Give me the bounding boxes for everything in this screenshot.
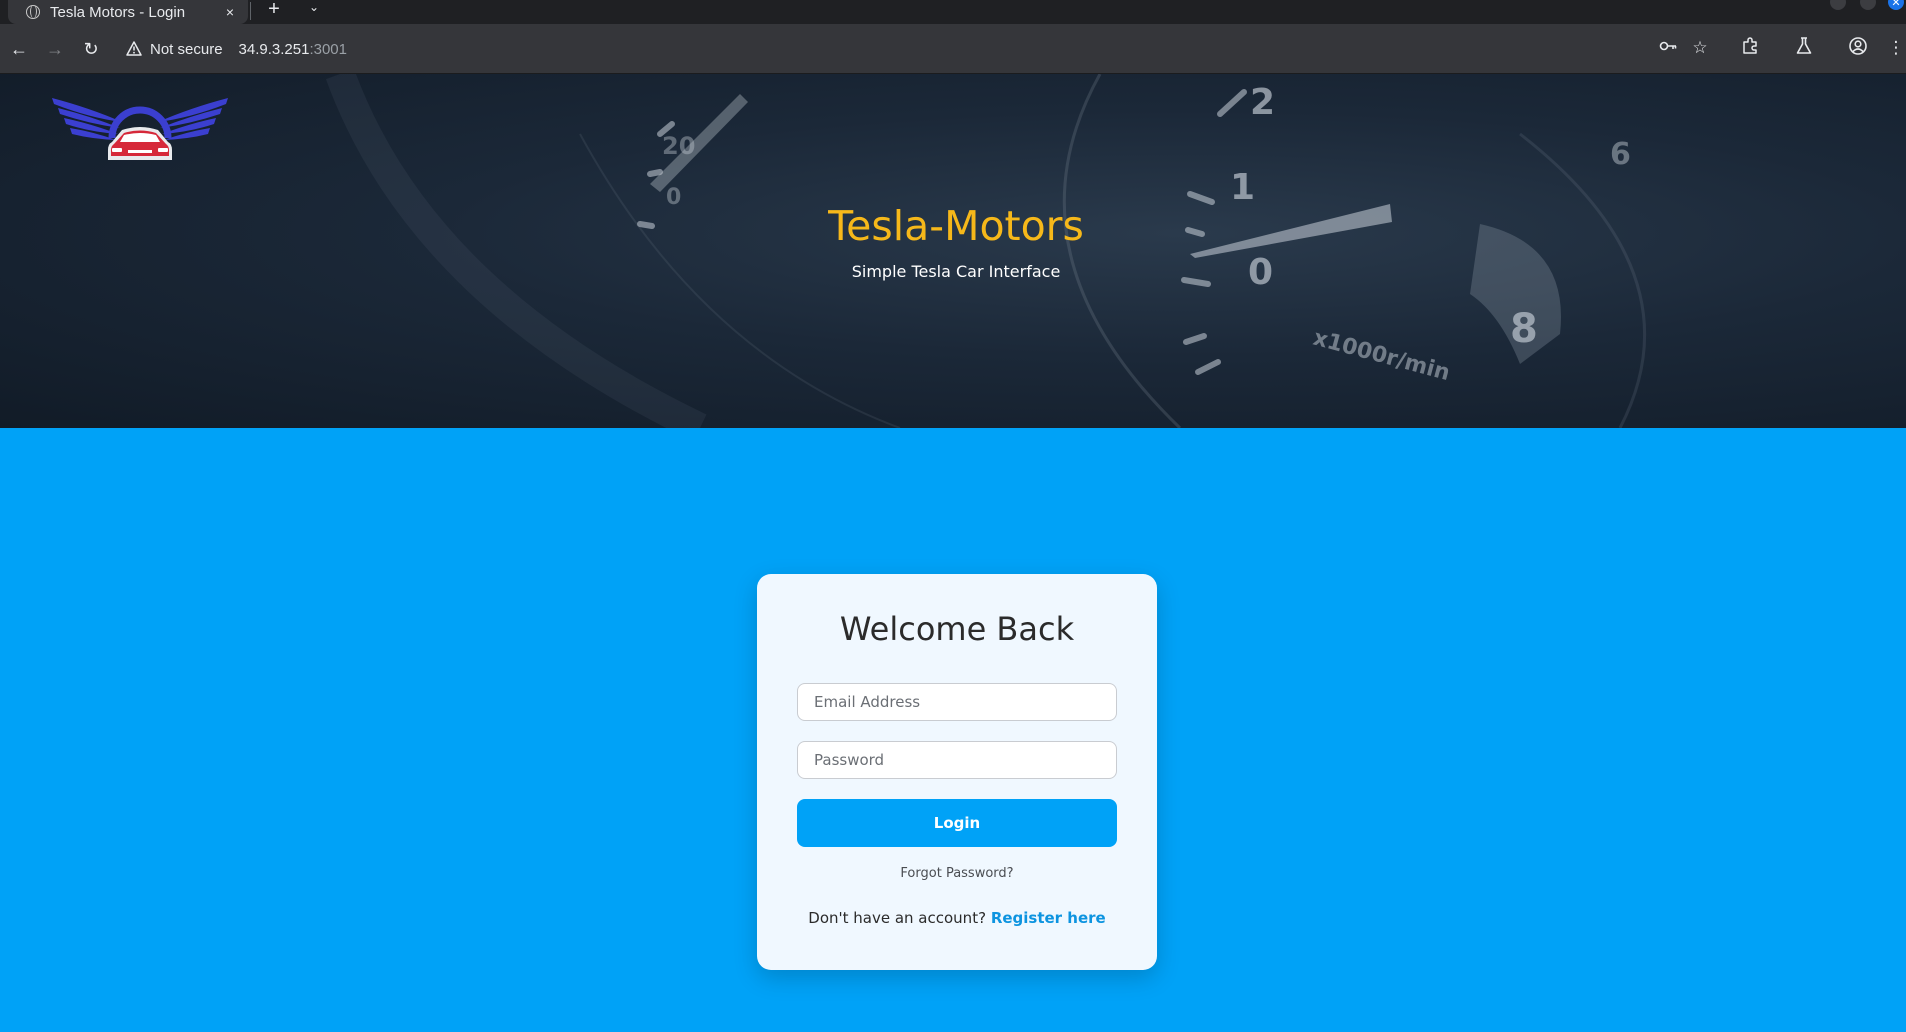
svg-text:6: 6 (1610, 137, 1631, 172)
url-port[interactable]: :3001 (309, 41, 347, 58)
maximize-window-button[interactable] (1860, 0, 1876, 10)
forgot-password-link[interactable]: Forgot Password? (757, 866, 1157, 881)
address-bar[interactable]: Not secure 34.9.3.251:3001 (120, 32, 1680, 66)
labs-flask-icon[interactable] (1792, 36, 1816, 60)
svg-text:2: 2 (1250, 82, 1275, 123)
hero-subtitle: Simple Tesla Car Interface (851, 262, 1061, 281)
hero-banner: 2 1 0 8 6 x1000r/min 20 0 Tesla-Motors S… (0, 74, 1906, 428)
new-tab-button[interactable]: + (262, 0, 286, 22)
not-secure-label[interactable]: Not secure (150, 41, 223, 58)
tab-close-icon[interactable]: × (222, 4, 238, 20)
browser-tab-bar: Tesla Motors - Login × + ⌄ ✕ (0, 0, 1906, 24)
svg-text:8: 8 (1510, 306, 1538, 352)
forward-arrow-icon[interactable]: → (44, 38, 66, 60)
brand-logo[interactable] (50, 90, 230, 170)
tab-divider (250, 2, 251, 20)
password-field[interactable] (797, 741, 1117, 779)
tab-search-chevron-icon[interactable]: ⌄ (304, 0, 324, 20)
extensions-icon[interactable] (1738, 36, 1762, 60)
close-window-button[interactable]: ✕ (1888, 0, 1904, 10)
register-link[interactable]: Register here (991, 909, 1106, 927)
email-field[interactable] (797, 683, 1117, 721)
minimize-window-button[interactable] (1830, 0, 1846, 10)
welcome-heading: Welcome Back (839, 610, 1075, 648)
browser-tab[interactable]: Tesla Motors - Login × (8, 0, 248, 24)
login-button[interactable]: Login (797, 799, 1117, 847)
hero-title: Tesla-Motors (828, 202, 1084, 250)
reload-icon[interactable]: ↻ (80, 38, 102, 60)
svg-text:20: 20 (662, 132, 695, 160)
back-arrow-icon[interactable]: ← (8, 38, 30, 60)
star-icon[interactable]: ☆ (1688, 36, 1712, 60)
url-host[interactable]: 34.9.3.251 (239, 41, 310, 58)
register-prompt: Don't have an account? Register here (757, 909, 1157, 927)
tab-title: Tesla Motors - Login (50, 3, 186, 21)
no-account-text: Don't have an account? (808, 909, 991, 927)
browser-toolbar: ← → ↻ Not secure 34.9.3.251:3001 ☆ ⋮ (0, 24, 1906, 74)
password-key-icon[interactable] (1656, 36, 1680, 60)
profile-icon[interactable] (1846, 36, 1870, 60)
speedometer-background-image: 2 1 0 8 6 x1000r/min 20 0 (325, 74, 1647, 428)
warning-triangle-icon[interactable] (126, 41, 144, 57)
menu-dots-icon[interactable]: ⋮ (1884, 36, 1906, 60)
globe-icon (26, 5, 40, 19)
login-card: Welcome Back Login Forgot Password? Don'… (757, 574, 1157, 970)
svg-text:x1000r/min: x1000r/min (1310, 326, 1452, 386)
